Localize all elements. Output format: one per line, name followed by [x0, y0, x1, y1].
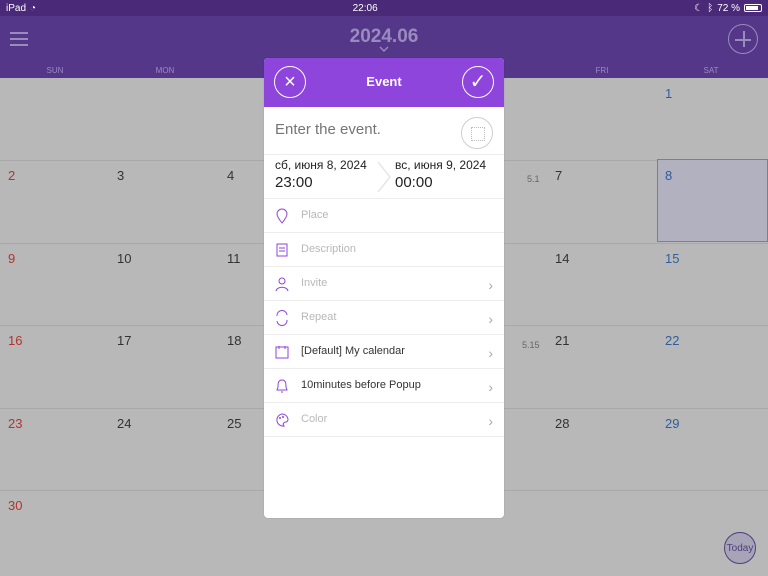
- weekday-label: SAT: [703, 66, 719, 75]
- chevron-right-icon: ›: [488, 277, 493, 293]
- chevron-right-icon: [377, 161, 391, 193]
- bell-icon: [276, 379, 288, 393]
- invite-label: Invite: [301, 277, 328, 289]
- status-left: iPad ◔: [6, 3, 36, 14]
- day-cell[interactable]: 7: [555, 168, 562, 183]
- place-row[interactable]: Place: [264, 199, 504, 233]
- day-cell[interactable]: 25: [227, 416, 241, 431]
- confirm-button[interactable]: ✓: [462, 66, 494, 98]
- day-cell[interactable]: 28: [555, 416, 569, 431]
- day-cell[interactable]: 16: [8, 333, 22, 348]
- day-cell[interactable]: 15: [665, 251, 679, 266]
- day-cell[interactable]: 29: [665, 416, 679, 431]
- add-event-button[interactable]: [728, 24, 758, 54]
- day-cell[interactable]: 4: [227, 168, 234, 183]
- day-cell[interactable]: 30: [8, 498, 22, 513]
- invite-row[interactable]: Invite ›: [264, 267, 504, 301]
- battery-text: 72 %: [717, 2, 740, 14]
- event-name-input[interactable]: [275, 121, 450, 138]
- day-cell[interactable]: 18: [227, 333, 241, 348]
- start-date: сб, июня 8, 2024: [275, 158, 367, 172]
- repeat-icon: [276, 310, 288, 326]
- chevron-right-icon: ›: [488, 345, 493, 361]
- day-cell[interactable]: 1: [665, 86, 672, 101]
- person-icon: [275, 277, 289, 292]
- reminder-label: 10minutes before Popup: [301, 379, 421, 391]
- day-cell[interactable]: 2: [8, 168, 15, 183]
- month-title[interactable]: 2024.06: [0, 26, 768, 48]
- day-cell[interactable]: 22: [665, 333, 679, 348]
- status-right: ☾ ᛒ 72 %: [694, 3, 762, 14]
- weekday-label: FRI: [595, 66, 609, 75]
- start-time: 23:00: [275, 174, 313, 191]
- chevron-right-icon: ›: [488, 311, 493, 327]
- datetime-row: сб, июня 8, 2024 23:00 вс, июня 9, 2024 …: [264, 155, 504, 199]
- repeat-label: Repeat: [301, 311, 337, 323]
- calendar-label: [Default] My calendar: [301, 345, 405, 357]
- description-label: Description: [301, 243, 357, 255]
- place-label: Place: [301, 209, 329, 221]
- end-datetime[interactable]: вс, июня 9, 2024 00:00: [395, 158, 486, 191]
- day-cell[interactable]: 21: [555, 333, 569, 348]
- description-row[interactable]: Description: [264, 233, 504, 267]
- color-row[interactable]: Color ›: [264, 403, 504, 437]
- sticker-icon: [471, 127, 485, 141]
- repeat-row[interactable]: Repeat ›: [264, 301, 504, 335]
- day-cell[interactable]: 8: [665, 168, 672, 183]
- device-name: iPad: [6, 2, 27, 14]
- color-label: Color: [301, 413, 328, 425]
- document-icon: [276, 243, 288, 257]
- reminder-row[interactable]: 10minutes before Popup ›: [264, 369, 504, 403]
- day-cell[interactable]: 11: [227, 251, 241, 266]
- day-cell[interactable]: 9: [8, 251, 15, 266]
- event-modal: × Event ✓ сб, июня 8, 2024 23:00 вс, июн…: [264, 58, 504, 518]
- day-note: 5.15: [522, 340, 540, 350]
- status-bar: iPad ◔ 22:06 ☾ ᛒ 72 %: [0, 0, 768, 16]
- weekday-label: SUN: [46, 66, 64, 75]
- day-cell[interactable]: 24: [117, 416, 131, 431]
- wifi-icon: ◔: [30, 2, 37, 14]
- moon-icon: ☾: [694, 2, 704, 14]
- end-date: вс, июня 9, 2024: [395, 158, 487, 172]
- status-time: 22:06: [352, 2, 378, 14]
- day-note: 5.1: [527, 174, 540, 184]
- today-button[interactable]: Today: [724, 532, 756, 564]
- day-cell[interactable]: 17: [117, 333, 131, 348]
- palette-icon: [276, 413, 289, 427]
- bluetooth-icon: ᛒ: [707, 2, 714, 14]
- calendar-icon: [275, 346, 289, 359]
- chevron-right-icon: ›: [488, 413, 493, 429]
- day-cell[interactable]: 14: [555, 251, 569, 266]
- end-time: 00:00: [395, 174, 433, 191]
- sticker-button[interactable]: [461, 117, 493, 149]
- day-cell[interactable]: 10: [117, 251, 131, 266]
- location-pin-icon: [276, 208, 288, 224]
- battery-icon: [743, 4, 762, 12]
- start-datetime[interactable]: сб, июня 8, 2024 23:00: [275, 158, 367, 191]
- day-cell[interactable]: 23: [8, 416, 22, 431]
- calendar-row[interactable]: [Default] My calendar ›: [264, 335, 504, 369]
- modal-header: × Event ✓: [264, 58, 504, 107]
- selected-day-cell[interactable]: [657, 159, 768, 242]
- chevron-down-icon[interactable]: [379, 46, 389, 52]
- chevron-right-icon: ›: [488, 379, 493, 395]
- event-input-row: [264, 107, 504, 155]
- weekday-label: MON: [155, 66, 175, 75]
- day-cell[interactable]: 3: [117, 168, 124, 183]
